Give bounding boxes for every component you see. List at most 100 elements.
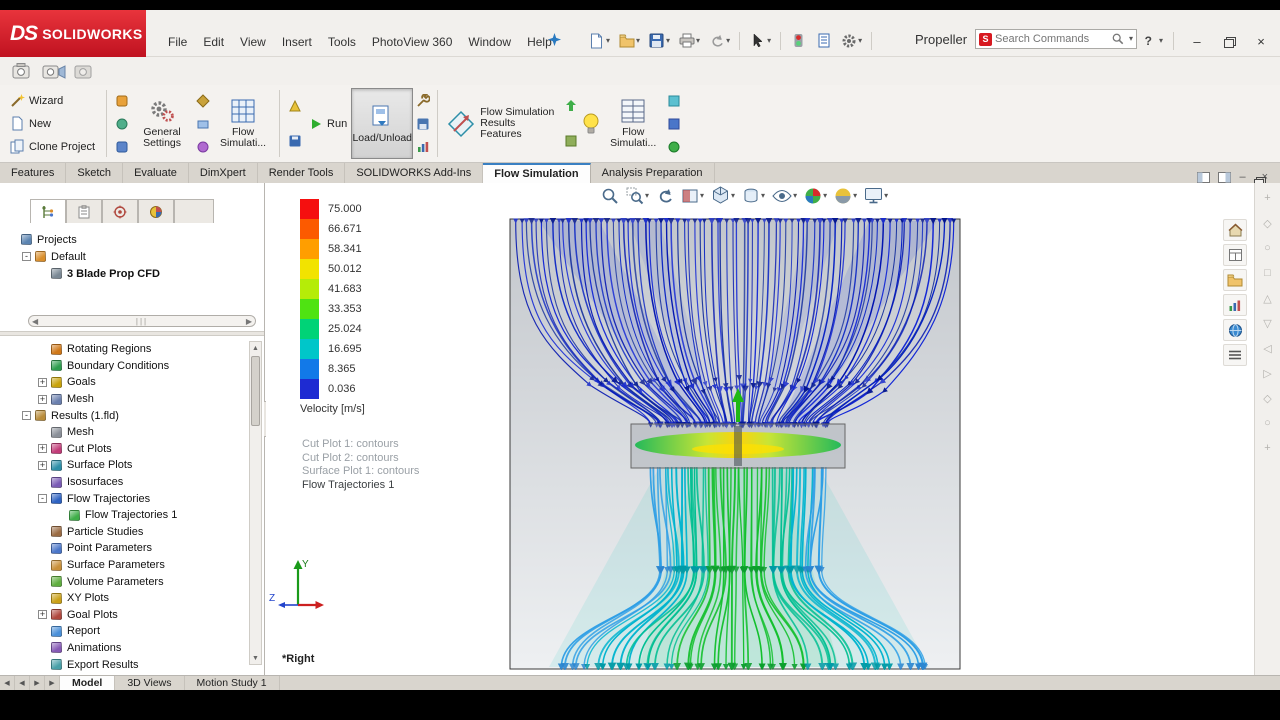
chevron-down-icon[interactable]: ▾ — [700, 192, 704, 200]
expand-toggle[interactable]: - — [22, 252, 31, 261]
tree-item-export-results[interactable]: Export Results — [6, 656, 248, 673]
file-properties-button[interactable] — [812, 30, 835, 51]
chevron-down-icon[interactable]: ▾ — [606, 37, 610, 45]
tree-item-default[interactable]: - Default — [6, 248, 256, 265]
save-button[interactable]: ▾ — [645, 30, 673, 51]
sketch-tool-icon[interactable]: ◇ — [1259, 214, 1277, 232]
expand-toggle[interactable]: + — [38, 395, 47, 404]
sketch-tool-icon[interactable]: ▽ — [1259, 314, 1277, 332]
scroll-up-arrow[interactable]: ▲ — [250, 342, 261, 354]
sketch-tool-icon[interactable]: ▷ — [1259, 364, 1277, 382]
menu-photoview[interactable]: PhotoView 360 — [364, 31, 461, 53]
menu-view[interactable]: View — [232, 31, 274, 53]
tree-item-report[interactable]: Report — [6, 623, 248, 640]
chevron-down-icon[interactable]: ▾ — [858, 37, 862, 45]
small-tool-icon[interactable] — [287, 99, 302, 114]
sketch-tool-icon[interactable]: ○ — [1259, 239, 1277, 257]
tab-sketch[interactable]: Sketch — [66, 163, 123, 183]
tree-item-point-parameters[interactable]: Point Parameters — [6, 540, 248, 557]
search-input[interactable] — [995, 33, 1109, 45]
wizard-button[interactable]: Wizard — [6, 92, 99, 109]
small-tool-icon[interactable] — [114, 139, 129, 154]
floppy-blue-icon[interactable] — [287, 133, 302, 148]
tab-render-tools[interactable]: Render Tools — [258, 163, 346, 183]
previous-view-icon[interactable] — [656, 187, 674, 205]
tab-addins[interactable]: SOLIDWORKS Add-Ins — [345, 163, 483, 183]
open-button[interactable]: ▾ — [615, 30, 643, 51]
tree-item-goals[interactable]: +Goals — [6, 374, 248, 391]
list-icon[interactable] — [1223, 344, 1247, 366]
file-explorer-folder-icon[interactable] — [1223, 269, 1247, 291]
lightbulb-icon[interactable] — [580, 111, 602, 137]
small-tool-icon[interactable] — [563, 133, 578, 148]
chevron-down-icon[interactable]: ▾ — [793, 192, 797, 200]
chevron-down-icon[interactable]: ▾ — [666, 37, 670, 45]
general-settings-button[interactable]: General Settings — [131, 88, 193, 159]
scroll-down-arrow[interactable]: ▼ — [250, 652, 261, 664]
chevron-down-icon[interactable]: ▾ — [761, 192, 765, 200]
expand-toggle[interactable]: - — [22, 411, 31, 420]
sketch-tool-icon[interactable]: △ — [1259, 289, 1277, 307]
globe-icon[interactable] — [1223, 319, 1247, 341]
sketch-tool-icon[interactable]: □ — [1259, 264, 1277, 282]
menu-tools[interactable]: Tools — [320, 31, 364, 53]
view-settings-monitor-icon[interactable]: ▾ — [864, 187, 888, 204]
panel-splitter[interactable] — [0, 331, 264, 336]
apply-scene-ball-icon[interactable]: ▾ — [834, 187, 857, 205]
tab-scroll-right[interactable]: ▶ — [30, 676, 45, 690]
chevron-down-icon[interactable]: ▾ — [696, 37, 700, 45]
menu-file[interactable]: File — [160, 31, 195, 53]
scrollbar-thumb[interactable] — [251, 356, 260, 426]
tree-item-boundary-conditions[interactable]: Boundary Conditions — [6, 358, 248, 375]
small-tool-icon[interactable] — [666, 139, 681, 154]
tree-item-particle-studies[interactable]: Particle Studies — [6, 524, 248, 541]
chevron-down-icon[interactable]: ▾ — [726, 37, 730, 45]
search-commands-box[interactable]: S ▾ — [975, 29, 1137, 49]
tab-model[interactable]: Model — [60, 676, 115, 690]
camera-icon-2[interactable] — [42, 61, 66, 81]
chevron-down-icon[interactable]: ▾ — [636, 37, 640, 45]
wrench-icon[interactable] — [415, 93, 430, 108]
tab-features[interactable]: Features — [0, 163, 66, 183]
tab-configuration-manager[interactable] — [102, 199, 138, 223]
tab-analysis-preparation[interactable]: Analysis Preparation — [591, 163, 715, 183]
zoom-area-icon[interactable]: ▾ — [626, 187, 649, 205]
chevron-down-icon[interactable]: ▾ — [645, 192, 649, 200]
home-icon[interactable] — [1223, 219, 1247, 241]
search-icon[interactable] — [1112, 33, 1125, 46]
help-button[interactable]: ? — [1145, 34, 1152, 48]
tab-evaluate[interactable]: Evaluate — [123, 163, 189, 183]
tree-item-rotating-regions[interactable]: Rotating Regions — [6, 341, 248, 358]
small-tool-icon[interactable] — [114, 116, 129, 131]
doc-minimize-button[interactable]: – — [1239, 171, 1245, 183]
camera-icon-1[interactable] — [12, 61, 34, 81]
run-button[interactable]: Run — [304, 115, 351, 132]
chevron-down-icon[interactable]: ▾ — [823, 192, 827, 200]
print-button[interactable]: ▾ — [675, 30, 703, 51]
dock-pane-left-icon[interactable] — [1197, 172, 1210, 183]
sketch-tool-icon[interactable]: ○ — [1259, 414, 1277, 432]
chevron-down-icon[interactable]: ▾ — [884, 192, 888, 200]
chevron-down-icon[interactable]: ▾ — [767, 37, 771, 45]
tab-dimxpert-manager[interactable] — [138, 199, 174, 223]
tree-item-goal-plots[interactable]: +Goal Plots — [6, 607, 248, 624]
small-tool-icon[interactable] — [195, 116, 210, 131]
graphics-viewport[interactable]: ▾ ▾ ▾ ▾ ▾ — [266, 183, 1253, 675]
rebuild-button[interactable] — [787, 30, 810, 51]
load-unload-button[interactable]: Load/Unload — [351, 88, 413, 159]
section-view-icon[interactable]: ▾ — [681, 187, 704, 205]
expand-toggle[interactable]: + — [38, 444, 47, 453]
tree-item-isosurfaces[interactable]: Isosurfaces — [6, 474, 248, 491]
tab-flow-simulation[interactable]: Flow Simulation — [483, 163, 590, 183]
zoom-fit-icon[interactable] — [601, 187, 619, 205]
chevron-down-icon[interactable]: ▾ — [1159, 37, 1163, 45]
restore-button[interactable] — [1216, 32, 1242, 50]
tree-item-surface-parameters[interactable]: Surface Parameters — [6, 557, 248, 574]
scrollbar-grip[interactable]: ||| — [136, 317, 148, 326]
tab-3d-views[interactable]: 3D Views — [115, 676, 184, 690]
edit-appearance-ball-icon[interactable]: ▾ — [804, 187, 827, 205]
clone-project-button[interactable]: Clone Project — [6, 138, 99, 155]
expand-toggle[interactable]: - — [38, 494, 47, 503]
vertical-scrollbar[interactable]: ▲ ▼ — [249, 341, 262, 665]
close-button[interactable]: × — [1248, 32, 1274, 50]
